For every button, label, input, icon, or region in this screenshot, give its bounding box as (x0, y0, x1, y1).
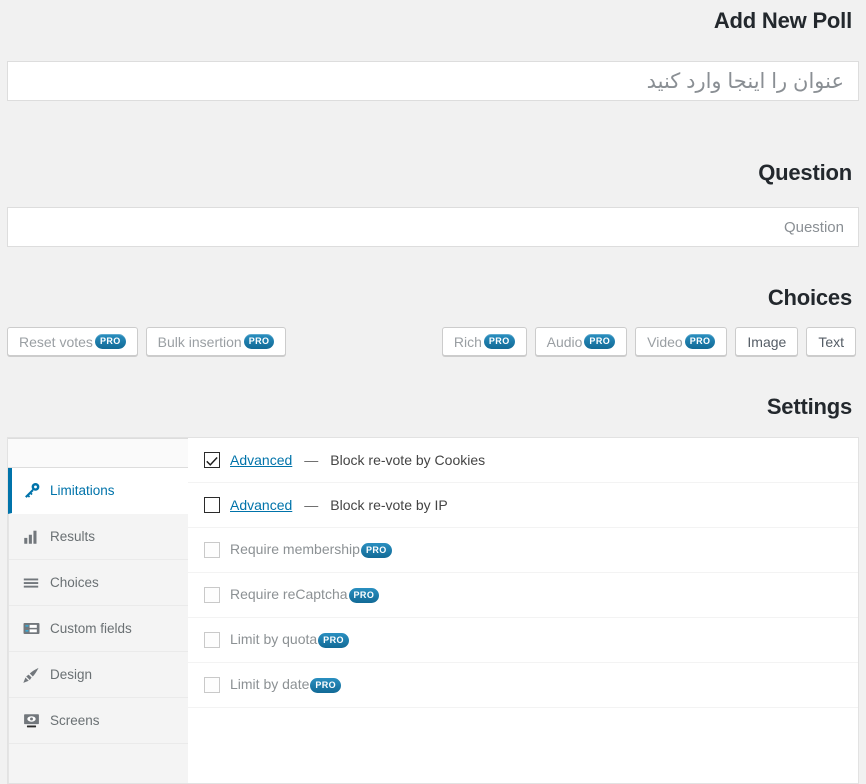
settings-content: Block re-vote by Cookies — Advanced Block r… (188, 438, 858, 783)
page-title: Add New Poll (713, 8, 852, 33)
setting-label: Block re-vote by IP (330, 498, 448, 512)
setting-row: PROLimit by date (188, 663, 858, 708)
choice-action-button-bulk-insertion[interactable]: PRO Bulk insertion (145, 327, 287, 356)
pro-badge: PRO (94, 334, 126, 349)
settings-heading: Settings (766, 394, 852, 419)
setting-row: PRORequire reCaptcha (188, 573, 858, 618)
pro-badge: PRO (318, 632, 349, 648)
monitor-icon (21, 711, 41, 731)
setting-checkbox (204, 632, 220, 648)
pro-badge: PRO (584, 334, 616, 349)
pro-badge: PRO (684, 334, 716, 349)
choice-action-button-group: PRO Reset votes PRO Bulk insertion (7, 327, 287, 356)
settings-tab-blank[interactable] (8, 438, 188, 468)
choice-action-button-reset-votes[interactable]: PRO Reset votes (7, 327, 138, 356)
setting-label: PROLimit by date (230, 676, 342, 693)
settings-tab-label: Custom fields (50, 620, 132, 636)
button-label: Image (747, 333, 787, 350)
question-heading: Question (758, 160, 852, 185)
settings-tab-results[interactable]: Results (9, 514, 188, 560)
setting-checkbox (204, 677, 220, 693)
setting-checkbox (204, 542, 220, 558)
pro-badge: PRO (310, 677, 342, 693)
setting-row: PRORequire membership (188, 528, 858, 573)
choice-type-button-audio[interactable]: PRO Audio (534, 327, 628, 356)
settings-tab-screens[interactable]: Screens (9, 698, 188, 744)
choice-type-button-image[interactable]: Image (735, 327, 799, 356)
pro-badge: PRO (360, 542, 392, 558)
button-label: Rich (453, 333, 482, 350)
setting-label: PROLimit by quota (230, 632, 349, 648)
settings-tab-list: Limitations Results Choices Custom fields De… (8, 438, 188, 783)
setting-label-text: Require membership (230, 541, 360, 558)
choice-type-button-group: Text Image PRO Video PRO Audio PRO Rich (441, 327, 856, 356)
setting-label: Block re-vote by Cookies (330, 453, 485, 467)
setting-label: PRORequire membership (230, 542, 392, 558)
pro-badge: PRO (348, 587, 380, 603)
button-label: Audio (546, 333, 583, 350)
check-icon (205, 455, 218, 466)
setting-checkbox (204, 587, 220, 603)
settings-panel: Limitations Results Choices Custom fields De… (7, 437, 859, 784)
setting-label-text: Limit by quota (230, 631, 318, 648)
form-fields-icon (21, 619, 41, 639)
pro-badge: PRO (483, 334, 515, 349)
button-label: Text (818, 333, 844, 350)
settings-tab-custom-fields[interactable]: Custom fields (9, 606, 188, 652)
setting-label-text: Require reCaptcha (230, 586, 348, 603)
key-icon (21, 481, 41, 501)
setting-label-text: Block re-vote by IP (330, 497, 448, 513)
settings-tab-label: Choices (50, 574, 99, 590)
button-label: Reset votes (19, 333, 93, 350)
list-icon (21, 573, 41, 593)
advanced-link[interactable]: Advanced (230, 497, 292, 513)
settings-tab-label: Design (50, 666, 93, 682)
settings-tab-label: Results (50, 528, 96, 544)
brush-icon (21, 665, 41, 685)
pro-badge: PRO (243, 334, 275, 349)
setting-label-text: Limit by date (230, 676, 310, 693)
setting-row: PROLimit by quota (188, 618, 858, 663)
poll-title-placeholder: عنوان را اینجا وارد کنید (646, 69, 844, 93)
choices-heading: Choices (767, 285, 852, 310)
setting-checkbox[interactable] (204, 452, 220, 468)
button-label: Video (647, 333, 683, 350)
question-input[interactable]: Question (7, 207, 859, 247)
settings-tab-label: Limitations (50, 482, 115, 498)
setting-separator: — (304, 497, 319, 513)
setting-row: Block re-vote by Cookies — Advanced (188, 438, 858, 483)
choice-type-button-video[interactable]: PRO Video (635, 327, 728, 356)
settings-tab-label: Screens (50, 712, 100, 728)
settings-tab-design[interactable]: Design (9, 652, 188, 698)
choice-type-button-rich[interactable]: PRO Rich (441, 327, 527, 356)
settings-tab-limitations[interactable]: Limitations (8, 468, 188, 514)
advanced-link[interactable]: Advanced (230, 452, 292, 468)
poll-title-input[interactable]: عنوان را اینجا وارد کنید (7, 61, 859, 101)
setting-checkbox[interactable] (204, 497, 220, 513)
button-label: Bulk insertion (157, 333, 242, 350)
setting-separator: — (304, 452, 319, 468)
question-placeholder: Question (783, 218, 844, 236)
admin-page: Add New Poll عنوان را اینجا وارد کنید Qu… (0, 0, 866, 784)
setting-label-text: Block re-vote by Cookies (330, 452, 486, 468)
setting-row: Block re-vote by IP — Advanced (188, 483, 858, 528)
setting-label: PRORequire reCaptcha (230, 586, 380, 603)
bar-chart-icon (21, 527, 41, 547)
choice-type-button-text[interactable]: Text (806, 327, 856, 356)
settings-tab-choices[interactable]: Choices (9, 560, 188, 606)
